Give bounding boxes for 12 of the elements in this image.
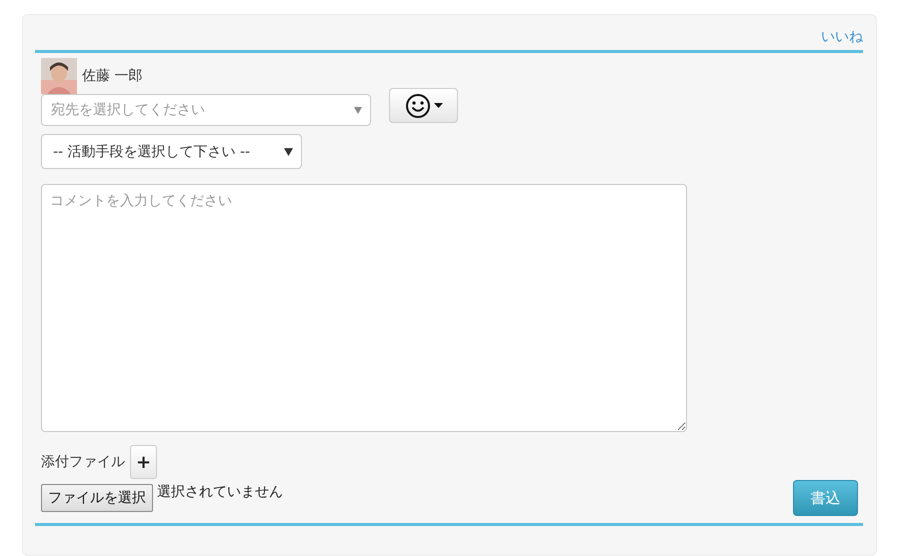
dropdown-caret-icon	[284, 148, 293, 156]
attachment-label: 添付ファイル	[41, 453, 125, 471]
smiley-icon	[404, 92, 430, 118]
caret-icon	[434, 103, 442, 108]
add-attachment-button[interactable]: +	[130, 445, 157, 479]
activity-select[interactable]: -- 活動手段を選択して下さい --	[41, 134, 302, 169]
dropdown-caret-icon	[354, 106, 362, 114]
comment-field[interactable]: コメントを入力してください	[41, 184, 687, 432]
emoji-button[interactable]	[389, 88, 458, 123]
file-status: 選択されていません	[157, 483, 283, 501]
choose-file-button[interactable]: ファイルを選択	[41, 484, 153, 512]
user-name: 佐藤 一郎	[82, 67, 142, 85]
